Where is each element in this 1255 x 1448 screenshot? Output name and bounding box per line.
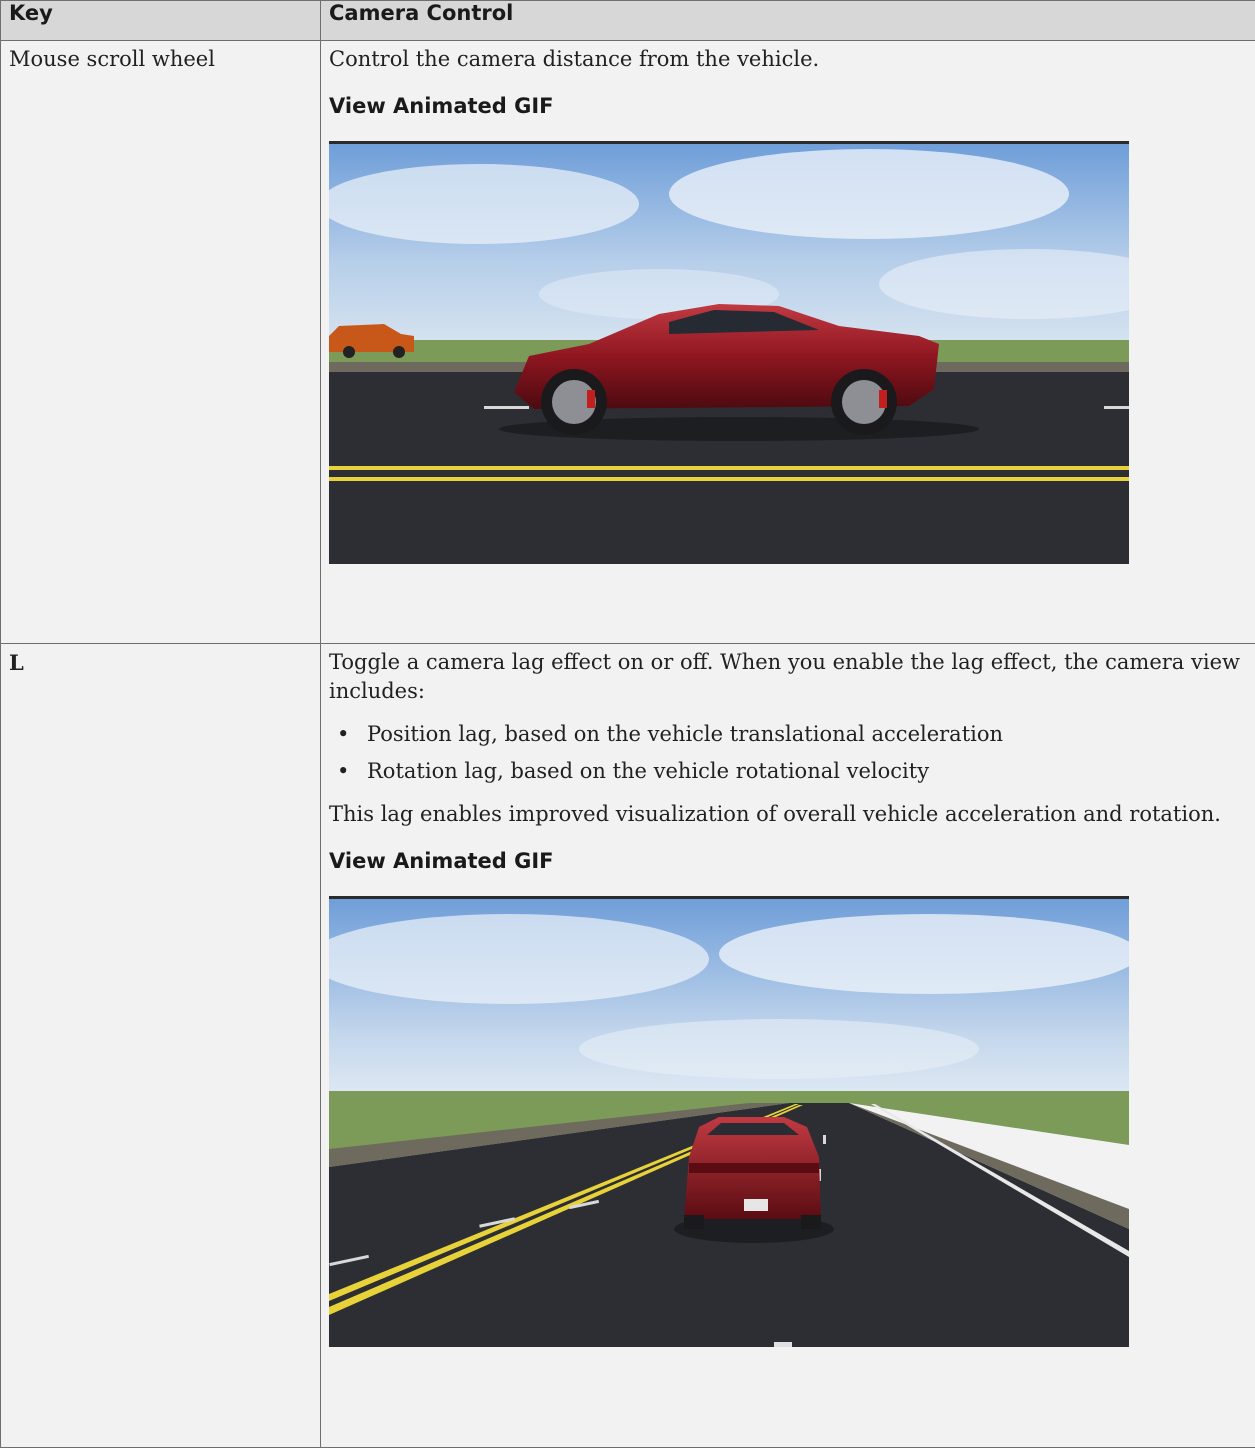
control-description: Control the camera distance from the veh… — [329, 45, 1245, 74]
table-row: Mouse scroll wheel Control the camera di… — [1, 41, 1255, 644]
table-row: L Toggle a camera lag effect on or off. … — [1, 644, 1255, 1448]
table-header-row: Key Camera Control — [1, 1, 1255, 41]
list-item: Rotation lag, based on the vehicle rotat… — [367, 757, 1245, 786]
key-cell: Mouse scroll wheel — [1, 41, 321, 644]
camera-lag-animation-image — [329, 896, 1129, 1347]
control-description: Toggle a camera lag effect on or off. Wh… — [329, 648, 1245, 706]
key-label: Mouse scroll wheel — [9, 47, 215, 71]
header-camera-control: Camera Control — [321, 1, 1255, 41]
control-cell: Control the camera distance from the veh… — [321, 41, 1255, 644]
key-label: L — [9, 650, 24, 675]
view-animated-gif-link[interactable]: View Animated GIF — [329, 847, 1245, 876]
scroll-zoom-animation-image — [329, 141, 1129, 564]
header-key: Key — [1, 1, 321, 41]
control-cell: Toggle a camera lag effect on or off. Wh… — [321, 644, 1255, 1448]
lag-followup-text: This lag enables improved visualization … — [329, 800, 1245, 829]
list-item: Position lag, based on the vehicle trans… — [367, 720, 1245, 749]
camera-controls-table: Key Camera Control Mouse scroll wheel Co… — [0, 0, 1255, 1448]
key-cell: L — [1, 644, 321, 1448]
lag-effect-list: Position lag, based on the vehicle trans… — [329, 720, 1245, 786]
view-animated-gif-link[interactable]: View Animated GIF — [329, 92, 1245, 121]
